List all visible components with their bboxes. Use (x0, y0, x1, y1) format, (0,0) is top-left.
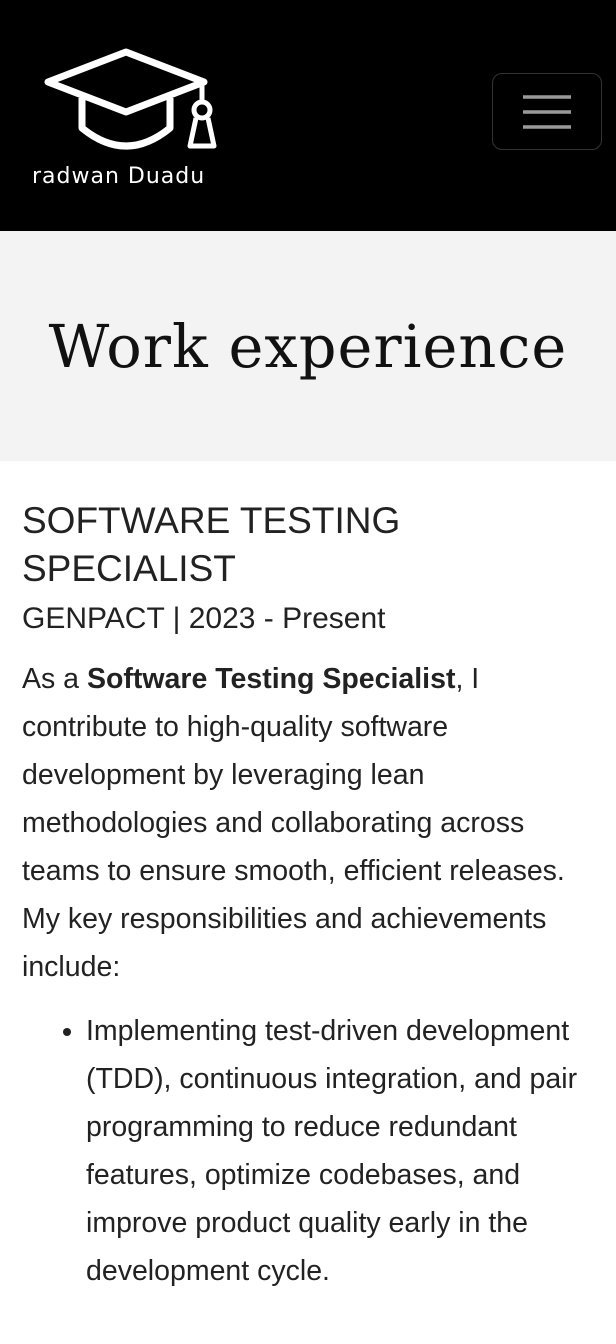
brand-name: radwan Duadu (32, 164, 206, 189)
menu-toggle-button[interactable] (492, 73, 602, 150)
job-company-period: GENPACT | 2023 - Present (22, 602, 386, 635)
job-title: SOFTWARE TESTING SPECIALIST (22, 500, 401, 589)
job-description: As a Software Testing Specialist, I cont… (22, 655, 594, 991)
job-entry: SOFTWARE TESTING SPECIALIST GENPACT | 20… (22, 497, 594, 1295)
page-title: Work experience (48, 311, 568, 381)
main-content: SOFTWARE TESTING SPECIALIST GENPACT | 20… (0, 461, 616, 1295)
brand-link[interactable]: radwan Duadu (30, 44, 240, 194)
job-intro-role: Software Testing Specialist (86, 663, 456, 695)
page-header: Work experience (0, 231, 616, 461)
hamburger-menu-icon (523, 95, 571, 129)
job-intro-prefix: As a (22, 663, 87, 695)
job-intro-rest: , I contribute to high-quality software … (22, 663, 565, 983)
list-item: Implementing test-driven development (TD… (86, 1007, 594, 1295)
graduation-cap-icon (44, 48, 217, 150)
navbar: radwan Duadu (0, 0, 616, 231)
responsibilities-list: Implementing test-driven development (TD… (22, 1007, 594, 1295)
